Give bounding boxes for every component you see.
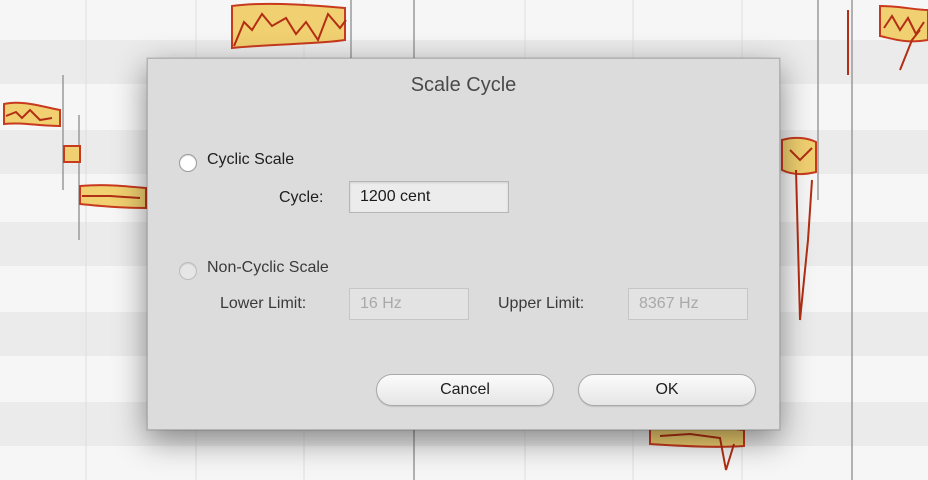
cyclic-scale-radio[interactable] [179, 154, 197, 172]
non-cyclic-scale-radio[interactable] [179, 262, 197, 280]
upper-limit-label: Upper Limit: [498, 295, 585, 312]
lower-limit-label: Lower Limit: [220, 295, 307, 312]
cycle-input[interactable]: 1200 cent [349, 181, 509, 213]
scale-cycle-dialog: Scale Cycle Cyclic Scale Cycle: 1200 cen… [147, 58, 780, 430]
cancel-button[interactable]: Cancel [376, 374, 554, 406]
cyclic-scale-label[interactable]: Cyclic Scale [207, 151, 294, 169]
note-blob [781, 136, 817, 176]
dialog-title: Scale Cycle [410, 74, 517, 96]
ok-button[interactable]: OK [578, 374, 756, 406]
lower-limit-input[interactable]: 16 Hz [349, 288, 469, 320]
non-cyclic-scale-label[interactable]: Non-Cyclic Scale [207, 259, 329, 277]
cycle-label: Cycle: [279, 189, 324, 206]
note-blob [63, 145, 81, 163]
upper-limit-input[interactable]: 8367 Hz [628, 288, 748, 320]
